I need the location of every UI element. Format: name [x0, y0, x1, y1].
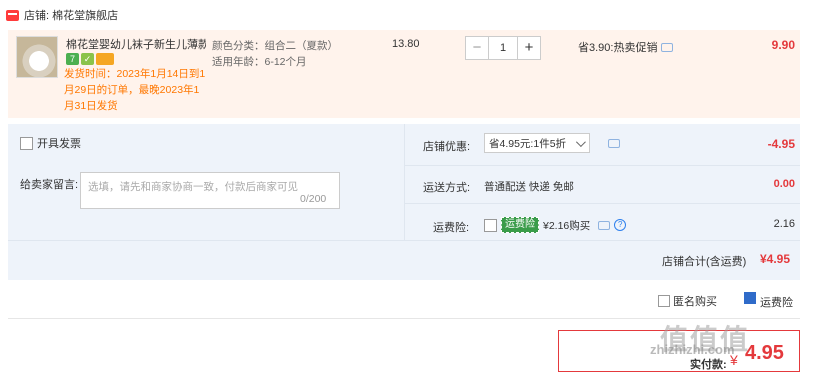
anonymous-purchase[interactable]: 匿名购买: [658, 293, 717, 309]
unit-price: 13.80: [392, 38, 420, 50]
insurance-checkbox[interactable]: [484, 218, 497, 232]
promo-text: 省3.90:热卖促销: [578, 42, 658, 54]
decrease-button[interactable]: −: [465, 36, 489, 60]
invoice-checkbox[interactable]: [20, 136, 33, 150]
shipping-time-note: 发货时间：2023年1月14日到1月29日的订单，最晚2023年1月31日发货: [64, 68, 206, 112]
seven-day-return-icon: 7: [66, 53, 79, 65]
shipping-label: 运送方式:: [423, 182, 471, 194]
product-thumbnail[interactable]: [16, 36, 58, 78]
insurance-label: 运费险:: [433, 222, 470, 234]
insurance-amount: 2.16: [773, 218, 795, 230]
pay-option-label: 运费险: [760, 297, 793, 309]
insurance-option: 运费险 ¥2.16购买 ?: [484, 217, 627, 233]
shipping-method: 普通配送 快递 免邮: [484, 181, 574, 193]
store-header: 店铺: 棉花堂旗舰店: [6, 6, 118, 24]
note-char-count: 0/200: [300, 193, 327, 205]
item-subtotal: 9.90: [771, 38, 795, 52]
check-icon: ✓: [81, 53, 94, 65]
anonymous-label: 匿名购买: [673, 296, 717, 308]
note-label: 给卖家留言:: [20, 179, 79, 191]
invoice-option[interactable]: 开具发票: [20, 135, 81, 151]
chevron-down-icon: [575, 136, 586, 147]
divider: [404, 165, 800, 166]
promo-info: 省3.90:热卖促销: [578, 39, 674, 55]
increase-button[interactable]: +: [517, 36, 541, 60]
sku-age: 适用年龄：6-12个月: [212, 56, 307, 68]
invoice-label: 开具发票: [37, 138, 81, 150]
help-icon[interactable]: ?: [614, 219, 627, 231]
chat-icon[interactable]: [608, 139, 620, 148]
divider: [404, 124, 405, 240]
chat-icon[interactable]: [661, 42, 674, 52]
quantity-stepper: − 1 +: [465, 36, 541, 60]
coupon-amount: -4.95: [767, 137, 795, 151]
coupon-value: 省4.95元:1件5折: [489, 137, 567, 150]
shipping-fee: 0.00: [773, 178, 795, 190]
sku-info: 颜色分类：组合二（夏款） 适用年龄：6-12个月: [212, 38, 338, 70]
sku-color: 颜色分类：组合二（夏款）: [212, 40, 338, 52]
shop-icon: [6, 9, 19, 21]
divider: [8, 240, 800, 241]
store-total-label: 店铺合计(含运费): [662, 256, 747, 268]
pay-icon[interactable]: [744, 292, 756, 304]
card-icon: [96, 53, 114, 65]
coupon-label: 店铺优惠:: [423, 141, 471, 153]
insurance-price: ¥2.16购买: [543, 219, 591, 232]
seller-note-placeholder: 选填，请先和商家协商一致，付款后商家可见: [88, 181, 298, 193]
insurance-tag: 运费险: [501, 217, 539, 233]
service-badges: 7 ✓: [66, 53, 114, 65]
watermark-url: zhizhizhi.com: [650, 342, 735, 357]
quantity-input[interactable]: 1: [489, 36, 517, 60]
divider: [404, 203, 800, 204]
product-title[interactable]: 棉花堂婴幼儿袜子新生儿薄款宝...: [66, 38, 206, 52]
store-total-value: ¥4.95: [760, 252, 791, 266]
pay-label: 实付款:: [690, 359, 727, 371]
anonymous-checkbox[interactable]: [658, 295, 670, 307]
store-name[interactable]: 店铺: 棉花堂旗舰店: [24, 7, 118, 23]
chat-icon[interactable]: [598, 220, 611, 230]
coupon-select[interactable]: 省4.95元:1件5折: [484, 133, 590, 153]
